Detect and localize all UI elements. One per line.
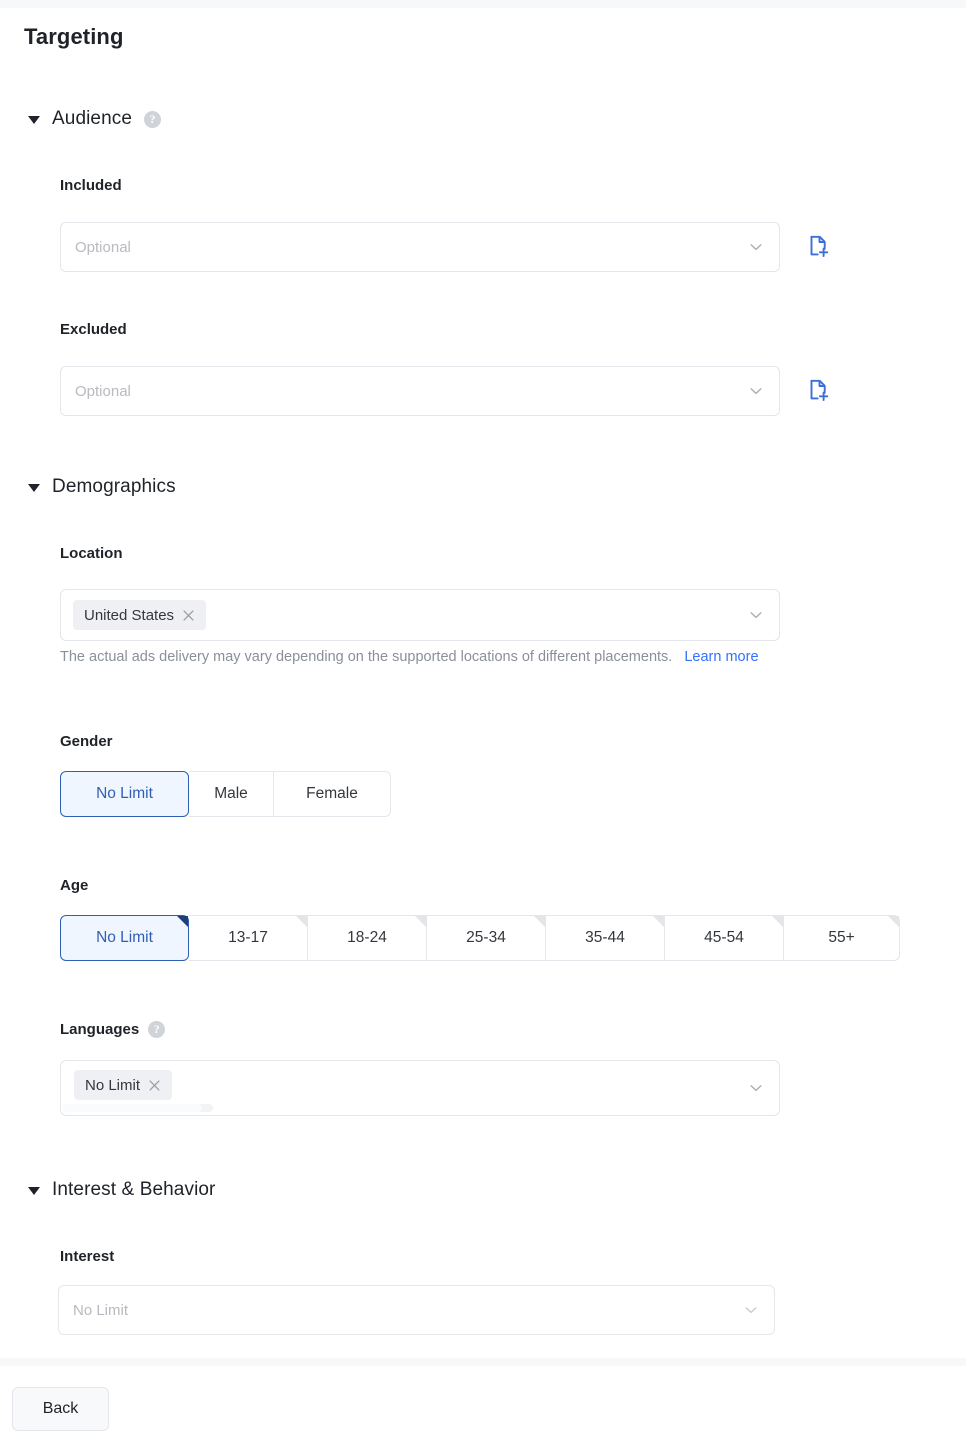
languages-tag[interactable]: No Limit	[74, 1070, 172, 1100]
age-option-no-limit[interactable]: No Limit	[60, 915, 189, 961]
age-option-35-44[interactable]: 35-44	[546, 915, 665, 961]
languages-horizontal-scrollbar[interactable]	[62, 1104, 213, 1112]
chevron-down-icon[interactable]	[747, 1079, 765, 1097]
section-title-audience: Audience	[52, 108, 132, 130]
gender-option-female-label: Female	[306, 785, 358, 803]
age-segmented-control: No Limit 13-17 18-24 25-34 35-44 45-54	[60, 915, 900, 961]
gender-option-no-limit-label: No Limit	[96, 785, 153, 803]
label-included-text: Included	[60, 177, 122, 194]
gender-option-female[interactable]: Female	[274, 771, 391, 817]
label-gender: Gender	[60, 733, 113, 750]
languages-scrollbar-thumb[interactable]	[62, 1104, 202, 1112]
age-option-45-54-label: 45-54	[704, 929, 744, 947]
languages-select[interactable]: No Limit	[60, 1060, 780, 1116]
included-add-file-button[interactable]	[806, 234, 832, 260]
section-title-interest-behavior: Interest & Behavior	[52, 1179, 215, 1201]
location-helper-text: The actual ads delivery may vary dependi…	[60, 649, 672, 665]
excluded-select[interactable]: Optional	[60, 366, 780, 416]
page-body-scroll-area: Targeting Audience ? Included Optional	[0, 8, 966, 1365]
age-option-55-plus[interactable]: 55+	[784, 915, 900, 961]
label-included: Included	[60, 177, 122, 194]
label-age-text: Age	[60, 877, 88, 894]
age-option-13-17[interactable]: 13-17	[189, 915, 308, 961]
close-icon[interactable]	[148, 1079, 161, 1092]
gender-segmented-control: No Limit Male Female	[60, 771, 391, 817]
age-option-13-17-label: 13-17	[228, 929, 268, 947]
corner-marker-icon	[415, 916, 426, 927]
included-select[interactable]: Optional	[60, 222, 780, 272]
section-header-audience[interactable]: Audience ?	[28, 108, 161, 130]
caret-down-icon	[28, 484, 40, 492]
age-option-35-44-label: 35-44	[585, 929, 625, 947]
label-interest: Interest	[60, 1248, 114, 1265]
section-header-interest-behavior[interactable]: Interest & Behavior	[28, 1179, 215, 1201]
languages-tag-label: No Limit	[85, 1077, 140, 1094]
chevron-down-icon[interactable]	[747, 238, 765, 256]
label-gender-text: Gender	[60, 733, 113, 750]
footer-bar: Back	[0, 1365, 966, 1451]
label-excluded-text: Excluded	[60, 321, 127, 338]
included-placeholder: Optional	[75, 239, 747, 256]
age-option-18-24[interactable]: 18-24	[308, 915, 427, 961]
page-title: Targeting	[24, 24, 124, 50]
label-age: Age	[60, 877, 88, 894]
gender-option-no-limit[interactable]: No Limit	[60, 771, 189, 817]
corner-marker-icon	[888, 916, 899, 927]
chevron-down-icon[interactable]	[747, 606, 765, 624]
corner-marker-icon	[653, 916, 664, 927]
age-option-25-34[interactable]: 25-34	[427, 915, 546, 961]
chevron-down-icon[interactable]	[747, 382, 765, 400]
close-icon[interactable]	[182, 609, 195, 622]
back-button[interactable]: Back	[12, 1387, 109, 1431]
label-location: Location	[60, 545, 123, 562]
excluded-placeholder: Optional	[75, 383, 747, 400]
caret-down-icon	[28, 1187, 40, 1195]
excluded-add-file-button[interactable]	[806, 378, 832, 404]
label-languages: Languages ?	[60, 1021, 165, 1038]
top-strip	[0, 0, 966, 8]
age-option-45-54[interactable]: 45-54	[665, 915, 784, 961]
selected-corner-marker-icon	[177, 916, 188, 927]
age-option-no-limit-label: No Limit	[96, 929, 153, 947]
targeting-page: Targeting Audience ? Included Optional	[0, 0, 966, 1451]
label-location-text: Location	[60, 545, 123, 562]
age-option-55-plus-label: 55+	[828, 929, 854, 947]
location-helper-note: The actual ads delivery may vary dependi…	[60, 649, 759, 665]
section-title-demographics: Demographics	[52, 476, 176, 498]
age-option-18-24-label: 18-24	[347, 929, 387, 947]
caret-down-icon	[28, 116, 40, 124]
corner-marker-icon	[772, 916, 783, 927]
question-circle-icon[interactable]: ?	[148, 1021, 165, 1038]
learn-more-link[interactable]: Learn more	[684, 649, 758, 665]
label-languages-text: Languages	[60, 1021, 139, 1038]
location-select[interactable]: United States	[60, 589, 780, 641]
interest-select[interactable]: No Limit	[58, 1285, 775, 1335]
location-tag[interactable]: United States	[73, 600, 206, 630]
label-interest-text: Interest	[60, 1248, 114, 1265]
interest-placeholder: No Limit	[73, 1302, 742, 1319]
section-header-demographics[interactable]: Demographics	[28, 476, 176, 498]
label-excluded: Excluded	[60, 321, 127, 338]
corner-marker-icon	[534, 916, 545, 927]
chevron-down-icon[interactable]	[742, 1301, 760, 1319]
question-circle-icon[interactable]: ?	[144, 111, 161, 128]
age-option-25-34-label: 25-34	[466, 929, 506, 947]
gender-option-male-label: Male	[214, 785, 248, 803]
footer-top-strip	[0, 1358, 966, 1366]
corner-marker-icon	[296, 916, 307, 927]
languages-tag-area[interactable]: No Limit	[61, 1061, 747, 1115]
gender-option-male[interactable]: Male	[189, 771, 274, 817]
location-tag-label: United States	[84, 607, 174, 624]
